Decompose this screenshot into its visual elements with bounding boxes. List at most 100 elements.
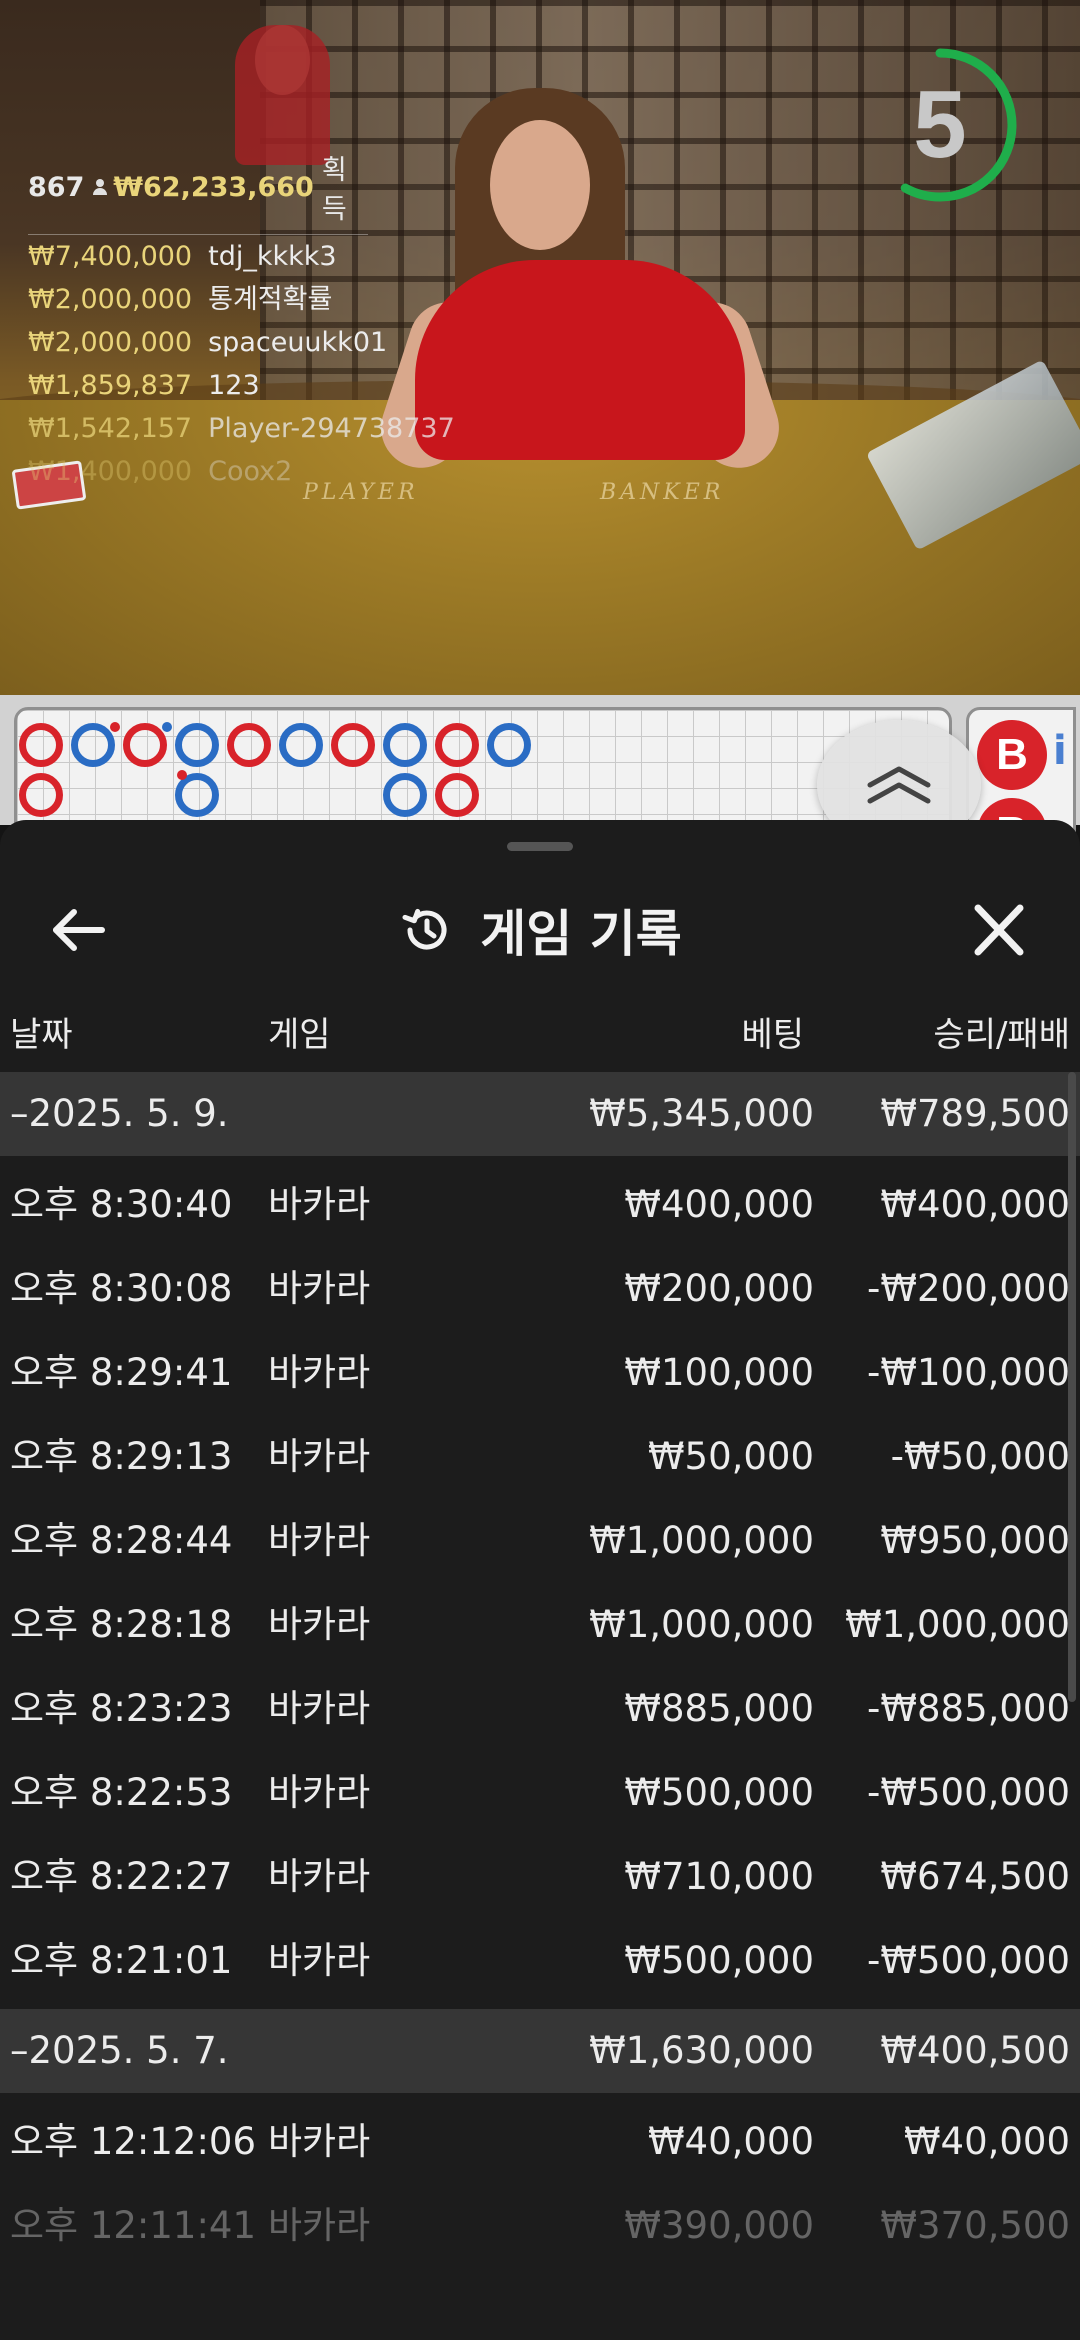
round-time: 오후 8:22:53 — [10, 1771, 233, 1814]
column-header-bet[interactable]: 베팅 — [741, 1000, 804, 1070]
game-name: 바카라 — [268, 1435, 371, 1478]
win-loss-amount: ₩789,500 — [880, 1092, 1070, 1135]
bet-amount: ₩710,000 — [624, 1855, 814, 1898]
group-date: –2025. 5. 9. — [10, 1092, 229, 1135]
win-loss-amount: -₩200,000 — [867, 1267, 1070, 1310]
win-loss-amount: ₩40,000 — [903, 2120, 1070, 2163]
group-date: –2025. 5. 7. — [10, 2029, 229, 2072]
game-name: 바카라 — [268, 1939, 371, 1982]
win-loss-amount: -₩885,000 — [867, 1687, 1070, 1730]
winner-name: tdj_kkkk3 — [208, 241, 337, 272]
history-row: 오후 8:28:44 바카라 ₩1,000,000 ₩950,000 — [0, 1499, 1080, 1583]
player-bead — [383, 723, 427, 767]
panel-title: 게임 기록 — [480, 905, 682, 963]
chevron-double-up-icon — [867, 766, 931, 804]
background-dealer-body — [235, 25, 330, 165]
winner-row: ₩1,400,000 Coox2 — [28, 450, 508, 493]
round-time: 오후 8:29:41 — [10, 1351, 233, 1394]
bet-amount: ₩885,000 — [624, 1687, 814, 1730]
history-icon — [402, 908, 447, 950]
close-button[interactable] — [964, 900, 1034, 960]
round-time: 오후 8:30:40 — [10, 1183, 233, 1226]
game-name: 바카라 — [268, 2204, 371, 2247]
date-group-row[interactable]: –2025. 5. 9. ₩5,345,000 ₩789,500 — [0, 1072, 1080, 1156]
countdown-seconds: 5 — [913, 71, 967, 178]
title-group: 게임 기록 — [0, 870, 1080, 990]
bet-amount: ₩200,000 — [624, 1267, 814, 1310]
round-time: 오후 8:28:44 — [10, 1519, 233, 1562]
win-loss-amount: -₩500,000 — [867, 1771, 1070, 1814]
player-bead — [487, 723, 531, 767]
winner-name: 통계적확률 — [208, 284, 333, 315]
game-name: 바카라 — [268, 1771, 371, 1814]
pair-dot — [110, 722, 120, 732]
round-time: 오후 8:22:27 — [10, 1855, 233, 1898]
banker-bead — [227, 723, 271, 767]
column-header-win-loss[interactable]: 승리/패배 — [933, 1000, 1070, 1070]
winner-amount: ₩2,000,000 — [28, 284, 193, 315]
history-row: 오후 8:30:40 바카라 ₩400,000 ₩400,000 — [0, 1163, 1080, 1247]
history-row: 오후 12:12:06 바카라 ₩40,000 ₩40,000 — [0, 2100, 1080, 2184]
win-loss-amount: ₩400,000 — [880, 1183, 1070, 1226]
winner-amount: ₩7,400,000 — [28, 241, 193, 272]
win-loss-amount: -₩50,000 — [890, 1435, 1070, 1478]
round-time: 오후 8:23:23 — [10, 1687, 233, 1730]
history-row: 오후 8:28:18 바카라 ₩1,000,000 ₩1,000,000 — [0, 1583, 1080, 1667]
history-row: 오후 8:29:13 바카라 ₩50,000 -₩50,000 — [0, 1415, 1080, 1499]
bet-amount: ₩1,000,000 — [589, 1603, 814, 1646]
scrollbar[interactable] — [1068, 1072, 1076, 1702]
info-icon[interactable]: i — [1053, 728, 1073, 778]
win-loss-amount: ₩1,000,000 — [845, 1603, 1070, 1646]
winner-row: ₩2,000,000 통계적확률 — [28, 278, 508, 321]
bet-amount: ₩390,000 — [624, 2204, 814, 2247]
pair-dot — [162, 722, 172, 732]
round-time: 오후 8:29:13 — [10, 1435, 233, 1478]
player-count: 867 — [28, 171, 85, 203]
game-history-panel: 게임 기록 날짜 게임 베팅 승리/패배 –2025. 5. 9. ₩5,345,… — [0, 820, 1080, 2340]
win-loss-amount: ₩674,500 — [880, 1855, 1070, 1898]
bet-amount: ₩40,000 — [647, 2120, 814, 2163]
back-button[interactable] — [46, 900, 116, 960]
winner-name: spaceuukk01 — [208, 327, 388, 358]
column-header-date[interactable]: 날짜 — [10, 1000, 73, 1070]
history-row: 오후 8:22:27 바카라 ₩710,000 ₩674,500 — [0, 1835, 1080, 1919]
winner-name: 123 — [208, 370, 260, 401]
win-loss-amount: -₩500,000 — [867, 1939, 1070, 1982]
win-loss-amount: -₩100,000 — [867, 1351, 1070, 1394]
pair-dot — [177, 770, 187, 780]
winner-row: ₩7,400,000 tdj_kkkk3 — [28, 235, 508, 278]
date-group-row[interactable]: –2025. 5. 7. ₩1,630,000 ₩400,500 — [0, 2009, 1080, 2093]
history-row: 오후 12:11:41 바카라 ₩390,000 ₩370,500 — [0, 2184, 1080, 2268]
person-icon — [92, 179, 108, 195]
game-name: 바카라 — [268, 1687, 371, 1730]
arrow-left-icon — [53, 909, 105, 951]
game-name: 바카라 — [268, 1351, 371, 1394]
game-name: 바카라 — [268, 1267, 371, 1310]
win-loss-amount: ₩370,500 — [880, 2204, 1070, 2247]
winner-amount: ₩1,400,000 — [28, 456, 193, 487]
banker-bead — [435, 723, 479, 767]
live-video-feed: PLAYER BANKER 867 ₩62,233,660 획득 ₩7,400,… — [0, 0, 1080, 695]
winner-name: Coox2 — [208, 456, 293, 487]
bet-amount: ₩400,000 — [624, 1183, 814, 1226]
banker-prediction-badge[interactable]: B — [977, 720, 1047, 790]
winner-name: Player-294738737 — [208, 413, 455, 444]
panel-header: 게임 기록 — [0, 870, 1080, 990]
bet-amount: ₩50,000 — [647, 1435, 814, 1478]
win-loss-amount: ₩400,500 — [880, 2029, 1070, 2072]
game-name: 바카라 — [268, 1183, 371, 1226]
winner-amount: ₩2,000,000 — [28, 327, 193, 358]
winner-row: ₩2,000,000 spaceuukk01 — [28, 321, 508, 364]
total-winnings: ₩62,233,660 — [113, 171, 314, 203]
leaderboard-header: 867 ₩62,233,660 획득 — [28, 148, 368, 235]
bet-countdown-timer: 5 — [880, 40, 1040, 210]
bet-amount: ₩500,000 — [624, 1771, 814, 1814]
table-label-banker: BANKER — [600, 480, 725, 505]
column-header-game[interactable]: 게임 — [268, 1000, 331, 1070]
game-name: 바카라 — [268, 1855, 371, 1898]
bet-amount: ₩100,000 — [624, 1351, 814, 1394]
history-row: 오후 8:22:53 바카라 ₩500,000 -₩500,000 — [0, 1751, 1080, 1835]
close-icon — [974, 904, 1024, 956]
total-suffix: 획득 — [321, 155, 347, 225]
drag-handle[interactable] — [507, 842, 573, 851]
